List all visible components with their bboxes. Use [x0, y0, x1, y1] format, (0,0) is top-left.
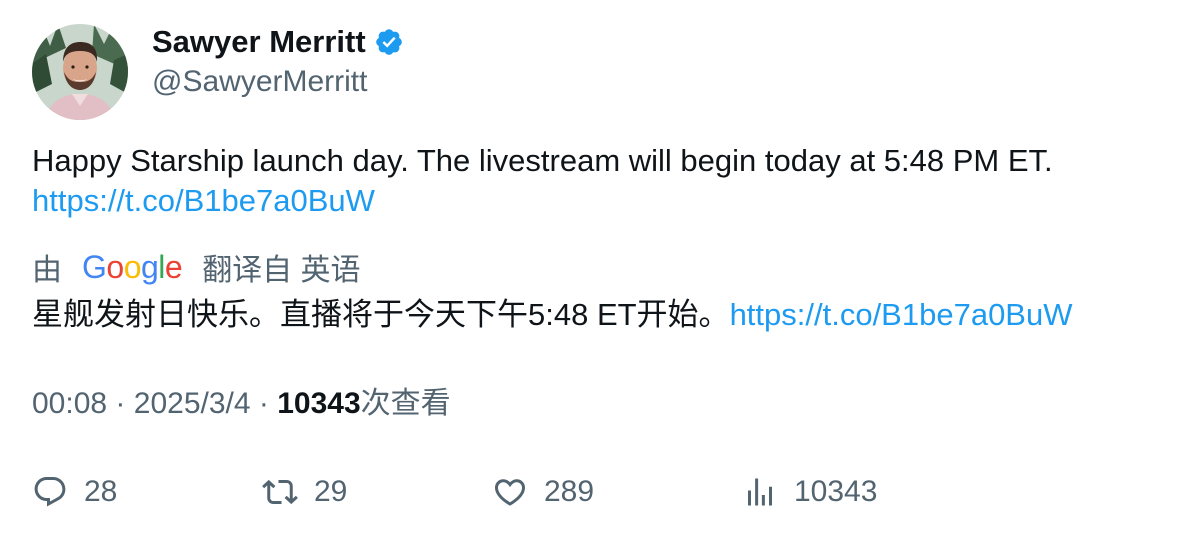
views-icon [742, 474, 778, 510]
views-button[interactable]: 10343 [742, 470, 877, 514]
reply-count: 28 [84, 475, 118, 508]
translated-link[interactable]: https://t.co/B1be7a0BuW [730, 297, 1073, 332]
tweet-date[interactable]: 2025/3/4 [134, 387, 251, 420]
author-handle[interactable]: @SawyerMerritt [152, 62, 367, 102]
like-icon [492, 474, 528, 510]
translated-body: 星舰发射日快乐。直播将于今天下午5:48 ET开始。 [32, 297, 730, 332]
views-count: 10343 [277, 387, 361, 420]
verified-badge-icon[interactable] [374, 27, 404, 57]
translated-text: 星舰发射日快乐。直播将于今天下午5:48 ET开始。https://t.co/B… [32, 295, 1182, 335]
tweet-time[interactable]: 00:08 [32, 387, 107, 420]
author-display-name[interactable]: Sawyer Merritt [152, 22, 366, 62]
tweet-text: Happy Starship launch day. The livestrea… [32, 141, 1162, 221]
google-logo[interactable]: Google [82, 249, 183, 286]
retweet-button[interactable]: 29 [262, 470, 347, 514]
like-count: 289 [544, 475, 595, 508]
tweet-link[interactable]: https://t.co/B1be7a0BuW [32, 181, 1162, 221]
reply-button[interactable]: 28 [32, 470, 117, 514]
translation-prefix: 由 [32, 254, 62, 287]
retweet-count: 29 [314, 475, 348, 508]
author-name-row: Sawyer Merritt [152, 22, 404, 62]
views-action-count: 10343 [794, 475, 878, 508]
tweet-meta: 00:08 · 2025/3/4 · 10343次查看 [32, 384, 451, 424]
tweet-body: Happy Starship launch day. The livestrea… [32, 143, 1053, 178]
like-button[interactable]: 289 [492, 470, 594, 514]
translation-attribution: 由 Google 翻译自 英语 [32, 247, 361, 288]
retweet-icon [262, 474, 298, 510]
avatar[interactable] [32, 24, 128, 120]
reply-icon [32, 474, 68, 510]
meta-separator: · [115, 387, 126, 420]
translation-suffix: 翻译自 英语 [202, 254, 361, 287]
meta-separator: · [258, 387, 269, 420]
views-label: 次查看 [360, 387, 451, 420]
